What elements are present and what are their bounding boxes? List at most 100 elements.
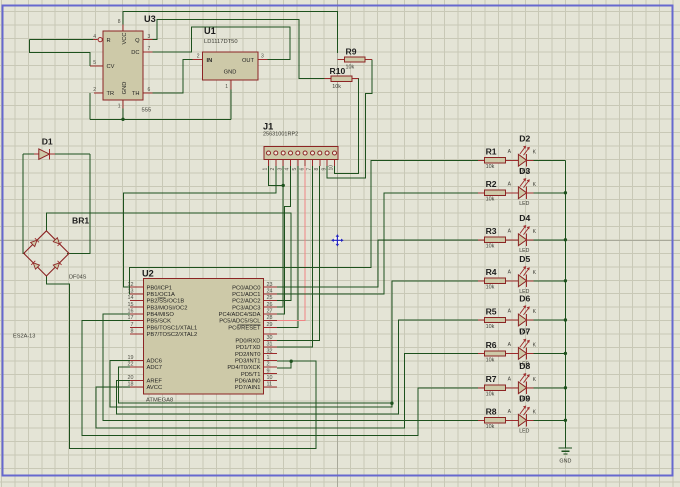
svg-text:555: 555 (142, 108, 152, 114)
svg-text:PB6/TOSC1/XTAL1: PB6/TOSC1/XTAL1 (147, 326, 198, 332)
svg-text:TH: TH (132, 91, 140, 97)
svg-text:PB2/SS/OC1B: PB2/SS/OC1B (147, 299, 185, 305)
svg-text:U3: U3 (144, 14, 156, 24)
svg-text:R1: R1 (486, 147, 497, 157)
svg-text:5: 5 (93, 60, 96, 66)
svg-text:D2: D2 (519, 134, 530, 144)
svg-text:ATMEGA8: ATMEGA8 (146, 398, 173, 404)
svg-text:TR: TR (107, 91, 115, 97)
svg-text:R2: R2 (486, 179, 497, 189)
svg-text:10: 10 (329, 165, 335, 171)
svg-text:D4: D4 (519, 213, 530, 223)
svg-text:10k: 10k (486, 244, 495, 250)
svg-text:10k: 10k (486, 285, 495, 291)
svg-text:ADC7: ADC7 (147, 365, 162, 371)
svg-text:R7: R7 (486, 374, 497, 384)
svg-text:2: 2 (270, 168, 276, 171)
svg-text:DC: DC (131, 50, 139, 56)
svg-text:PD4/T0/XCK: PD4/T0/XCK (227, 365, 260, 371)
svg-text:30: 30 (267, 335, 273, 341)
svg-text:10: 10 (267, 375, 273, 381)
svg-text:PD3/INT1: PD3/INT1 (235, 359, 260, 365)
svg-text:7: 7 (131, 322, 134, 328)
svg-text:10k: 10k (332, 84, 341, 90)
svg-text:U2: U2 (142, 269, 154, 279)
svg-text:32: 32 (267, 348, 273, 354)
svg-text:9: 9 (321, 168, 327, 171)
svg-text:24: 24 (267, 289, 273, 295)
svg-text:10k: 10k (486, 324, 495, 330)
svg-text:26: 26 (267, 302, 273, 308)
svg-text:28: 28 (267, 315, 273, 321)
svg-text:R3: R3 (486, 226, 497, 236)
svg-text:2: 2 (197, 54, 200, 60)
svg-text:R10: R10 (330, 66, 346, 76)
svg-text:Q: Q (135, 38, 140, 44)
svg-text:R9: R9 (346, 46, 357, 56)
svg-text:19: 19 (128, 355, 134, 361)
svg-text:R5: R5 (486, 306, 497, 316)
svg-text:10k: 10k (486, 197, 495, 203)
svg-text:PC2/ADC2: PC2/ADC2 (232, 299, 260, 305)
svg-text:D8: D8 (519, 361, 530, 371)
svg-text:GND: GND (224, 70, 237, 76)
svg-text:PD7/AIN1: PD7/AIN1 (235, 385, 261, 391)
svg-text:3: 3 (148, 34, 151, 40)
svg-text:R4: R4 (486, 267, 497, 277)
svg-text:PD2/INT0: PD2/INT0 (235, 352, 260, 358)
svg-text:10k: 10k (486, 357, 495, 363)
svg-text:PB4/MISO: PB4/MISO (147, 312, 175, 318)
svg-text:PC3/ADC3: PC3/ADC3 (232, 305, 260, 311)
svg-text:PC5/ADC5/SCL: PC5/ADC5/SCL (219, 319, 261, 325)
svg-text:25: 25 (267, 295, 273, 301)
svg-text:D1: D1 (42, 137, 53, 147)
svg-text:3: 3 (261, 54, 264, 60)
svg-text:R: R (107, 38, 111, 44)
svg-text:15: 15 (128, 302, 134, 308)
svg-text:27: 27 (267, 309, 273, 315)
svg-text:GND: GND (122, 82, 128, 95)
svg-text:AVCC: AVCC (147, 385, 163, 391)
svg-text:D9: D9 (519, 394, 530, 404)
svg-text:GND: GND (559, 459, 571, 465)
svg-text:D7: D7 (519, 327, 530, 337)
svg-text:4: 4 (285, 168, 291, 171)
svg-text:VCC: VCC (122, 32, 128, 44)
svg-text:1: 1 (263, 168, 269, 171)
svg-text:13: 13 (128, 289, 134, 295)
svg-text:18: 18 (128, 382, 134, 388)
svg-text:12: 12 (128, 282, 134, 288)
svg-text:LED: LED (519, 429, 529, 435)
svg-text:10k: 10k (346, 64, 355, 70)
svg-text:R6: R6 (486, 340, 497, 350)
svg-text:AREF: AREF (147, 379, 163, 385)
svg-text:1: 1 (267, 355, 270, 361)
svg-text:8: 8 (118, 19, 121, 25)
svg-text:OUT: OUT (242, 58, 255, 64)
svg-text:ES2A-13: ES2A-13 (13, 334, 35, 340)
svg-text:PB5/SCK: PB5/SCK (147, 319, 172, 325)
svg-text:9: 9 (267, 368, 270, 374)
svg-text:2: 2 (267, 362, 270, 368)
svg-text:10k: 10k (486, 424, 495, 430)
svg-text:23: 23 (267, 282, 273, 288)
svg-text:ADC6: ADC6 (147, 359, 162, 365)
svg-text:10k: 10k (486, 392, 495, 398)
svg-text:PB0/ICP1: PB0/ICP1 (147, 285, 172, 291)
svg-text:1: 1 (225, 84, 228, 90)
svg-text:22: 22 (128, 362, 134, 368)
svg-text:8: 8 (131, 329, 134, 335)
svg-text:31: 31 (267, 342, 273, 348)
svg-text:J1: J1 (263, 122, 273, 132)
svg-text:PC6/RESET: PC6/RESET (228, 326, 261, 332)
svg-text:7: 7 (307, 168, 313, 171)
svg-text:PD6/AIN0: PD6/AIN0 (235, 379, 261, 385)
svg-text:11: 11 (267, 382, 273, 388)
svg-text:8: 8 (314, 168, 320, 171)
svg-text:PD1/TXD: PD1/TXD (236, 345, 260, 351)
svg-text:25631001RP2: 25631001RP2 (263, 132, 298, 138)
svg-text:29: 29 (267, 322, 273, 328)
svg-text:14: 14 (128, 295, 134, 301)
svg-text:PB7/TOSC2/XTAL2: PB7/TOSC2/XTAL2 (147, 332, 198, 338)
svg-text:PD0/RXD: PD0/RXD (235, 339, 260, 345)
